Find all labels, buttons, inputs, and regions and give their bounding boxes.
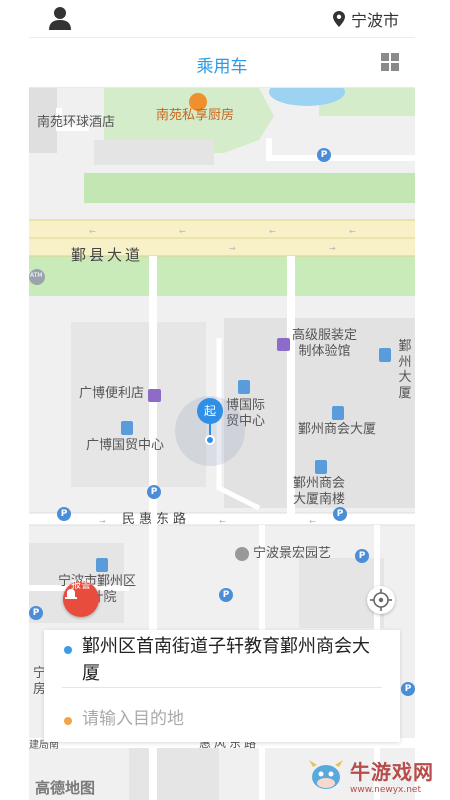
card-divider — [62, 687, 382, 688]
map-label-clothing: 高级服装定 制体验馆 — [292, 328, 358, 359]
svg-text:←: ← — [309, 517, 316, 526]
map-label-yinzhou-right: 鄞州 大厦 — [398, 339, 412, 401]
parking-icon: P — [29, 606, 43, 620]
map-label-guangbo-trade: 广博国贸中心 — [86, 438, 165, 453]
svg-text:←: ← — [349, 227, 356, 236]
crosshair-icon — [370, 589, 392, 611]
building-icon — [379, 348, 391, 362]
destination-dot-icon — [64, 717, 72, 725]
store-icon — [148, 389, 161, 402]
grid-menu-icon[interactable] — [381, 53, 399, 71]
locate-me-button[interactable] — [367, 586, 395, 614]
service-tab-bar: 乘用车 — [29, 38, 415, 88]
map-label-nanyuan-kitchen: 南苑私享厨房 — [156, 108, 235, 123]
user-avatar-icon[interactable] — [47, 5, 73, 31]
svg-text:←: ← — [219, 517, 226, 526]
map-label-chamber: 鄞州商会大厦 — [298, 422, 377, 437]
parking-icon: P — [219, 588, 233, 602]
destination-row[interactable]: 请输入目的地 — [44, 704, 400, 734]
shop-icon — [277, 338, 290, 351]
city-selector[interactable]: 宁波市 — [332, 7, 399, 31]
institute-icon — [96, 558, 108, 572]
watermark-url: www.newyx.net — [350, 784, 422, 795]
svg-text:←: ← — [89, 227, 96, 236]
map-label-minhui-road: 民惠东路 — [122, 512, 191, 527]
parking-icon: P — [147, 485, 161, 499]
siren-icon — [65, 589, 77, 599]
svg-text:→: → — [229, 244, 236, 253]
pickup-pin: 起 — [197, 398, 223, 424]
map-label-jinghong: 宁波景宏园艺 — [253, 546, 332, 561]
map-label-nanyuan-hotel: 南苑环球酒店 — [37, 115, 116, 130]
garden-icon — [235, 547, 249, 561]
svg-text:→: → — [329, 244, 336, 253]
office-icon — [238, 380, 250, 394]
amap-logo: 高德地图 — [35, 779, 96, 797]
site-watermark: 牛游戏网 www.newyx.net — [306, 750, 450, 800]
parking-icon: P — [57, 507, 71, 521]
trip-address-card: 鄞州区首南街道子轩教育鄞州商会大厦 请输入目的地 — [44, 630, 400, 742]
location-pin-icon — [332, 11, 345, 27]
map-label-guangbo-store: 广博便利店 — [79, 386, 145, 401]
chamber-south-icon — [315, 460, 327, 474]
service-title[interactable]: 乘用车 — [29, 52, 415, 77]
city-name: 宁波市 — [350, 11, 399, 30]
pickup-dot-icon — [64, 646, 72, 654]
svg-text:←: ← — [269, 227, 276, 236]
atm-icon: ATM — [30, 272, 43, 279]
map-label-yinxian-road: 鄞县大道 — [71, 246, 144, 264]
sos-alarm-button[interactable]: 报警 — [63, 581, 99, 617]
parking-icon: P — [401, 682, 415, 696]
svg-text:→: → — [99, 517, 106, 526]
chamber-icon — [332, 406, 344, 420]
map-label-chamber-south: 鄞州商会 大厦南楼 — [293, 476, 346, 507]
pickup-address-row[interactable]: 鄞州区首南街道子轩教育鄞州商会大厦 — [44, 633, 400, 687]
top-bar: 宁波市 — [29, 0, 415, 38]
watermark-text: 牛游戏网 www.newyx.net — [350, 756, 434, 795]
pickup-location-dot — [205, 435, 215, 445]
svg-text:←: ← — [179, 227, 186, 236]
destination-input[interactable]: 请输入目的地 — [82, 704, 184, 734]
parking-icon: P — [355, 549, 369, 563]
pickup-address: 鄞州区首南街道子轩教育鄞州商会大厦 — [82, 636, 370, 684]
parking-icon: P — [317, 148, 331, 162]
watermark-name: 牛游戏网 — [350, 759, 434, 784]
parking-icon: P — [333, 507, 347, 521]
tower-icon — [121, 421, 133, 435]
cow-mascot-icon — [309, 760, 343, 789]
